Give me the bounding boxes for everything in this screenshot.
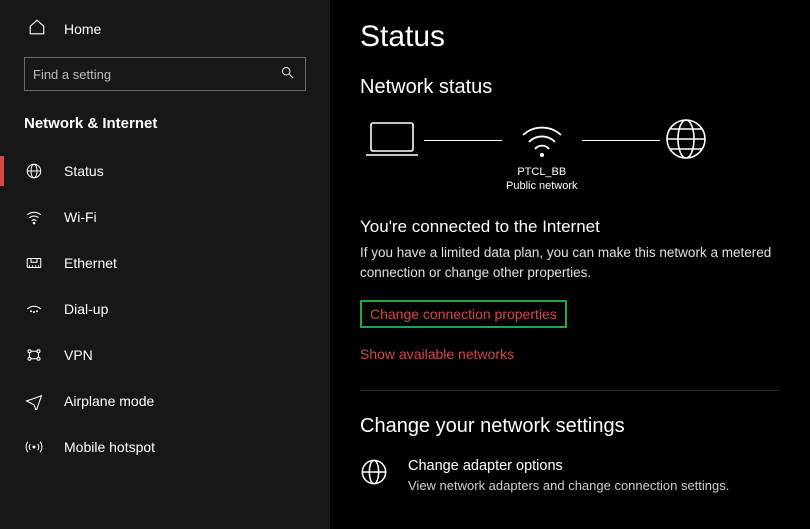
sidebar-item-label: Airplane mode [64,393,154,409]
ssid-label: PTCL_BB [517,165,566,179]
home-label: Home [64,21,101,37]
search-input[interactable]: Find a setting [24,57,306,91]
sidebar-item-status[interactable]: Status [0,148,330,194]
network-diagram: PTCL_BB Public network [360,117,780,195]
search-icon [280,65,295,83]
change-adapter-options[interactable]: Change adapter options View network adap… [360,458,780,493]
home-icon [28,18,46,39]
show-available-networks-link[interactable]: Show available networks [360,346,780,362]
wifi-icon [24,208,44,226]
main-panel: Status Network status PTCL_BB Publ [330,0,810,529]
sidebar-item-airplane-mode[interactable]: Airplane mode [0,378,330,424]
sidebar-item-label: Ethernet [64,255,117,271]
sidebar-item-label: Wi-Fi [64,209,97,225]
change-connection-properties-link[interactable]: Change connection properties [360,300,567,328]
sidebar: Home Find a setting Network & Internet S… [0,0,330,529]
sidebar-item-vpn[interactable]: VPN [0,332,330,378]
divider [360,390,780,391]
adapter-description: View network adapters and change connect… [408,478,729,493]
dialup-icon [24,300,44,318]
hotspot-icon [24,438,44,456]
sidebar-item-label: VPN [64,347,93,363]
search-placeholder: Find a setting [33,67,280,82]
sidebar-item-wifi[interactable]: Wi-Fi [0,194,330,240]
sidebar-item-label: Status [64,163,104,179]
sidebar-item-dialup[interactable]: Dial-up [0,286,330,332]
category-title: Network & Internet [0,115,330,148]
device-icon [364,119,420,193]
network-type-label: Public network [506,179,578,193]
connected-description: If you have a limited data plan, you can… [360,243,780,282]
wifi-node: PTCL_BB Public network [506,119,578,194]
change-settings-heading: Change your network settings [360,415,780,438]
diagram-line [582,140,660,141]
diagram-line [424,140,502,141]
sidebar-item-ethernet[interactable]: Ethernet [0,240,330,286]
airplane-icon [24,392,44,410]
sidebar-item-label: Mobile hotspot [64,439,155,455]
ethernet-icon [24,254,44,272]
page-title: Status [360,20,780,54]
connected-heading: You're connected to the Internet [360,217,780,237]
network-status-heading: Network status [360,76,780,99]
globe-icon [24,162,44,180]
sidebar-item-mobile-hotspot[interactable]: Mobile hotspot [0,424,330,470]
home-button[interactable]: Home [0,12,330,57]
adapter-title: Change adapter options [408,458,729,474]
adapter-globe-icon [360,458,388,489]
internet-node [664,117,708,195]
vpn-icon [24,346,44,364]
sidebar-item-label: Dial-up [64,301,108,317]
